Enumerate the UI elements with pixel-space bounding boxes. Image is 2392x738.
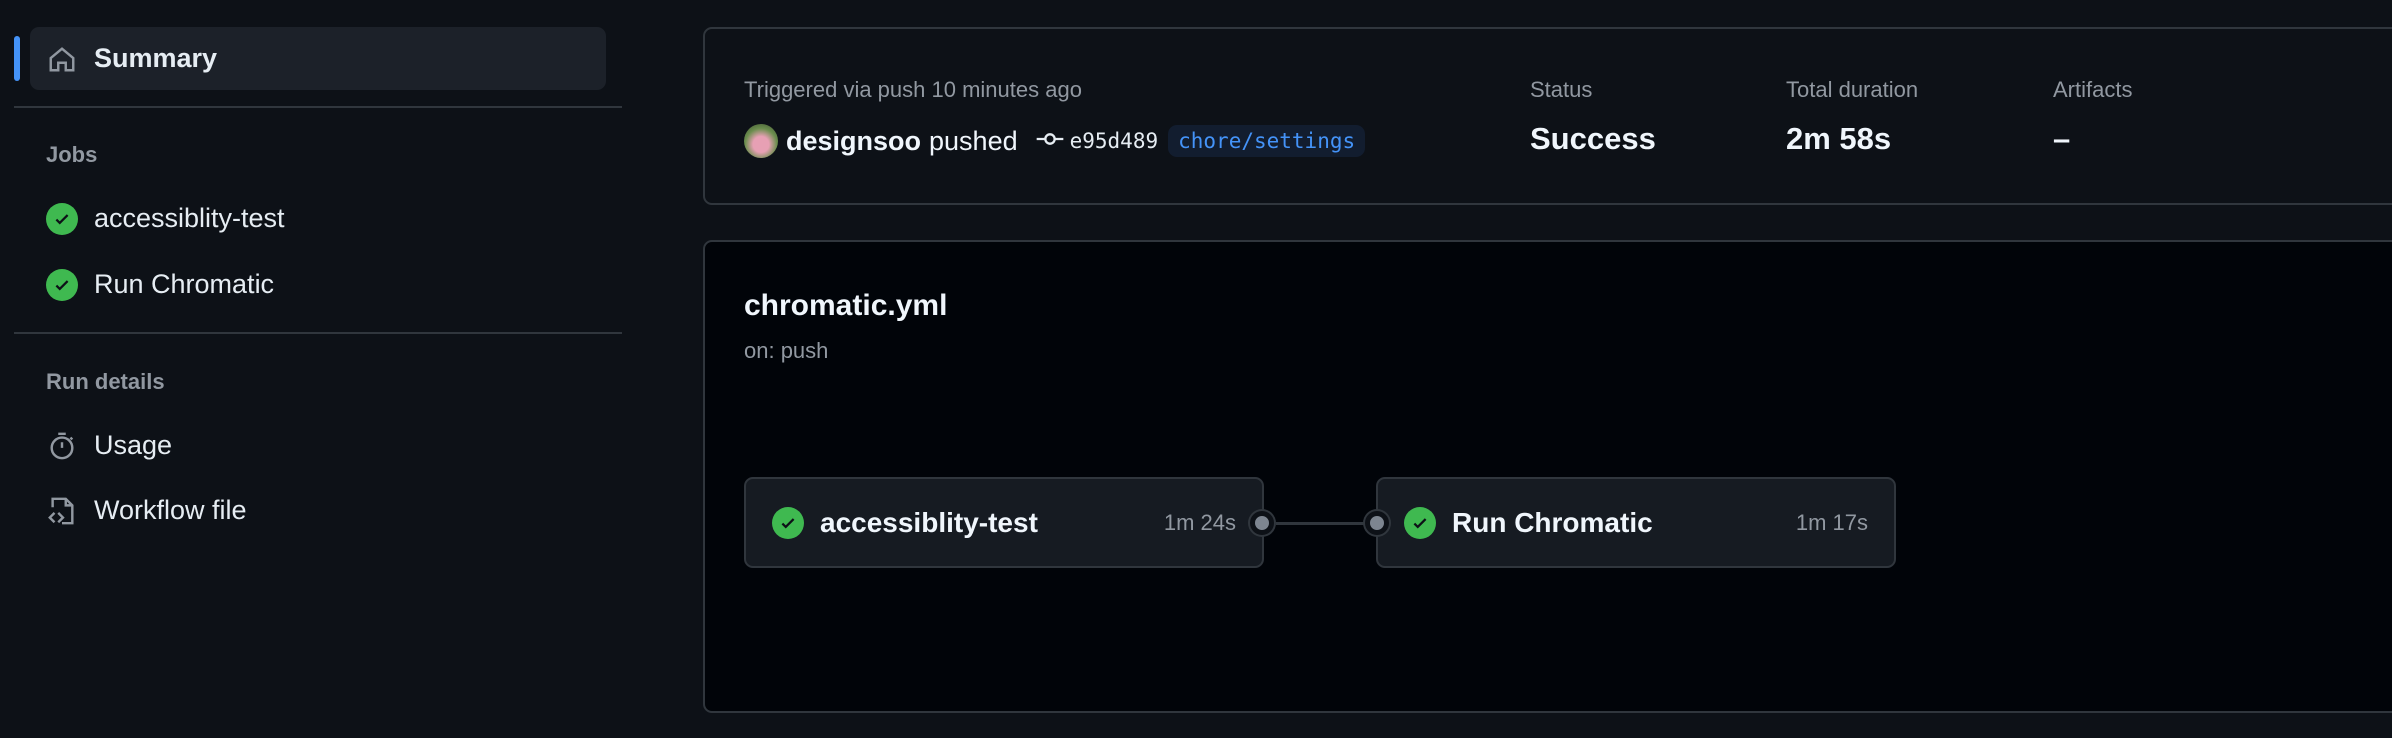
sidebar-item-workflow-file[interactable]: Workflow file [30,479,606,542]
run-details-heading: Run details [46,369,165,394]
status-value: Success [1530,121,1656,156]
divider [14,106,622,108]
stopwatch-icon [46,430,78,462]
sidebar-item-label: Usage [94,430,173,460]
artifacts-value: – [2053,121,2071,156]
check-circle-icon [1404,506,1436,539]
sidebar-item-summary[interactable]: Summary [30,27,606,90]
avatar[interactable] [744,124,778,158]
job-duration: 1m 24s [1163,509,1236,535]
active-indicator [14,36,20,81]
sidebar-job-accessiblity-test[interactable]: accessiblity-test [30,187,606,250]
jobs-heading: Jobs [46,142,98,167]
job-node-accessiblity-test[interactable]: accessiblity-test 1m 24s [744,477,1264,568]
workflow-trigger: on: push [744,338,829,363]
action-text: pushed [929,125,1018,156]
check-circle-icon [46,268,78,301]
file-code-icon [46,495,78,527]
job-node-run-chromatic[interactable]: Run Chromatic 1m 17s [1376,477,1896,568]
job-connector [1276,522,1376,525]
trigger-text: Triggered via push 10 minutes ago [744,77,1082,102]
status-label: Status [1530,77,1593,102]
job-name: accessiblity-test [820,506,1038,538]
sidebar-item-usage[interactable]: Usage [30,414,606,477]
home-icon [46,43,78,75]
sidebar-item-label: accessiblity-test [94,203,285,233]
sidebar-item-label: Summary [94,43,218,73]
run-summary-card: Triggered via push 10 minutes ago design… [703,27,2392,205]
actor-link[interactable]: designsoo [786,126,921,157]
sidebar-item-label: Run Chromatic [94,269,275,299]
sidebar-item-label: Workflow file [94,495,247,525]
sidebar-job-run-chromatic[interactable]: Run Chromatic [30,253,606,316]
duration-value: 2m 58s [1786,121,1892,156]
job-duration: 1m 17s [1795,509,1868,535]
divider [14,332,622,334]
connector-dot [1365,511,1389,535]
job-name: Run Chromatic [1452,506,1653,538]
connector-dot [1250,511,1274,535]
branch-badge[interactable]: chore/settings [1168,125,1366,157]
artifacts-label: Artifacts [2053,77,2133,102]
check-circle-icon [46,202,78,235]
commit-sha[interactable]: e95d489 [1070,129,1159,153]
workflow-file-name: chromatic.yml [744,289,948,322]
check-circle-icon [772,506,804,539]
duration-label: Total duration [1786,77,1919,102]
commit-icon [1036,129,1064,154]
